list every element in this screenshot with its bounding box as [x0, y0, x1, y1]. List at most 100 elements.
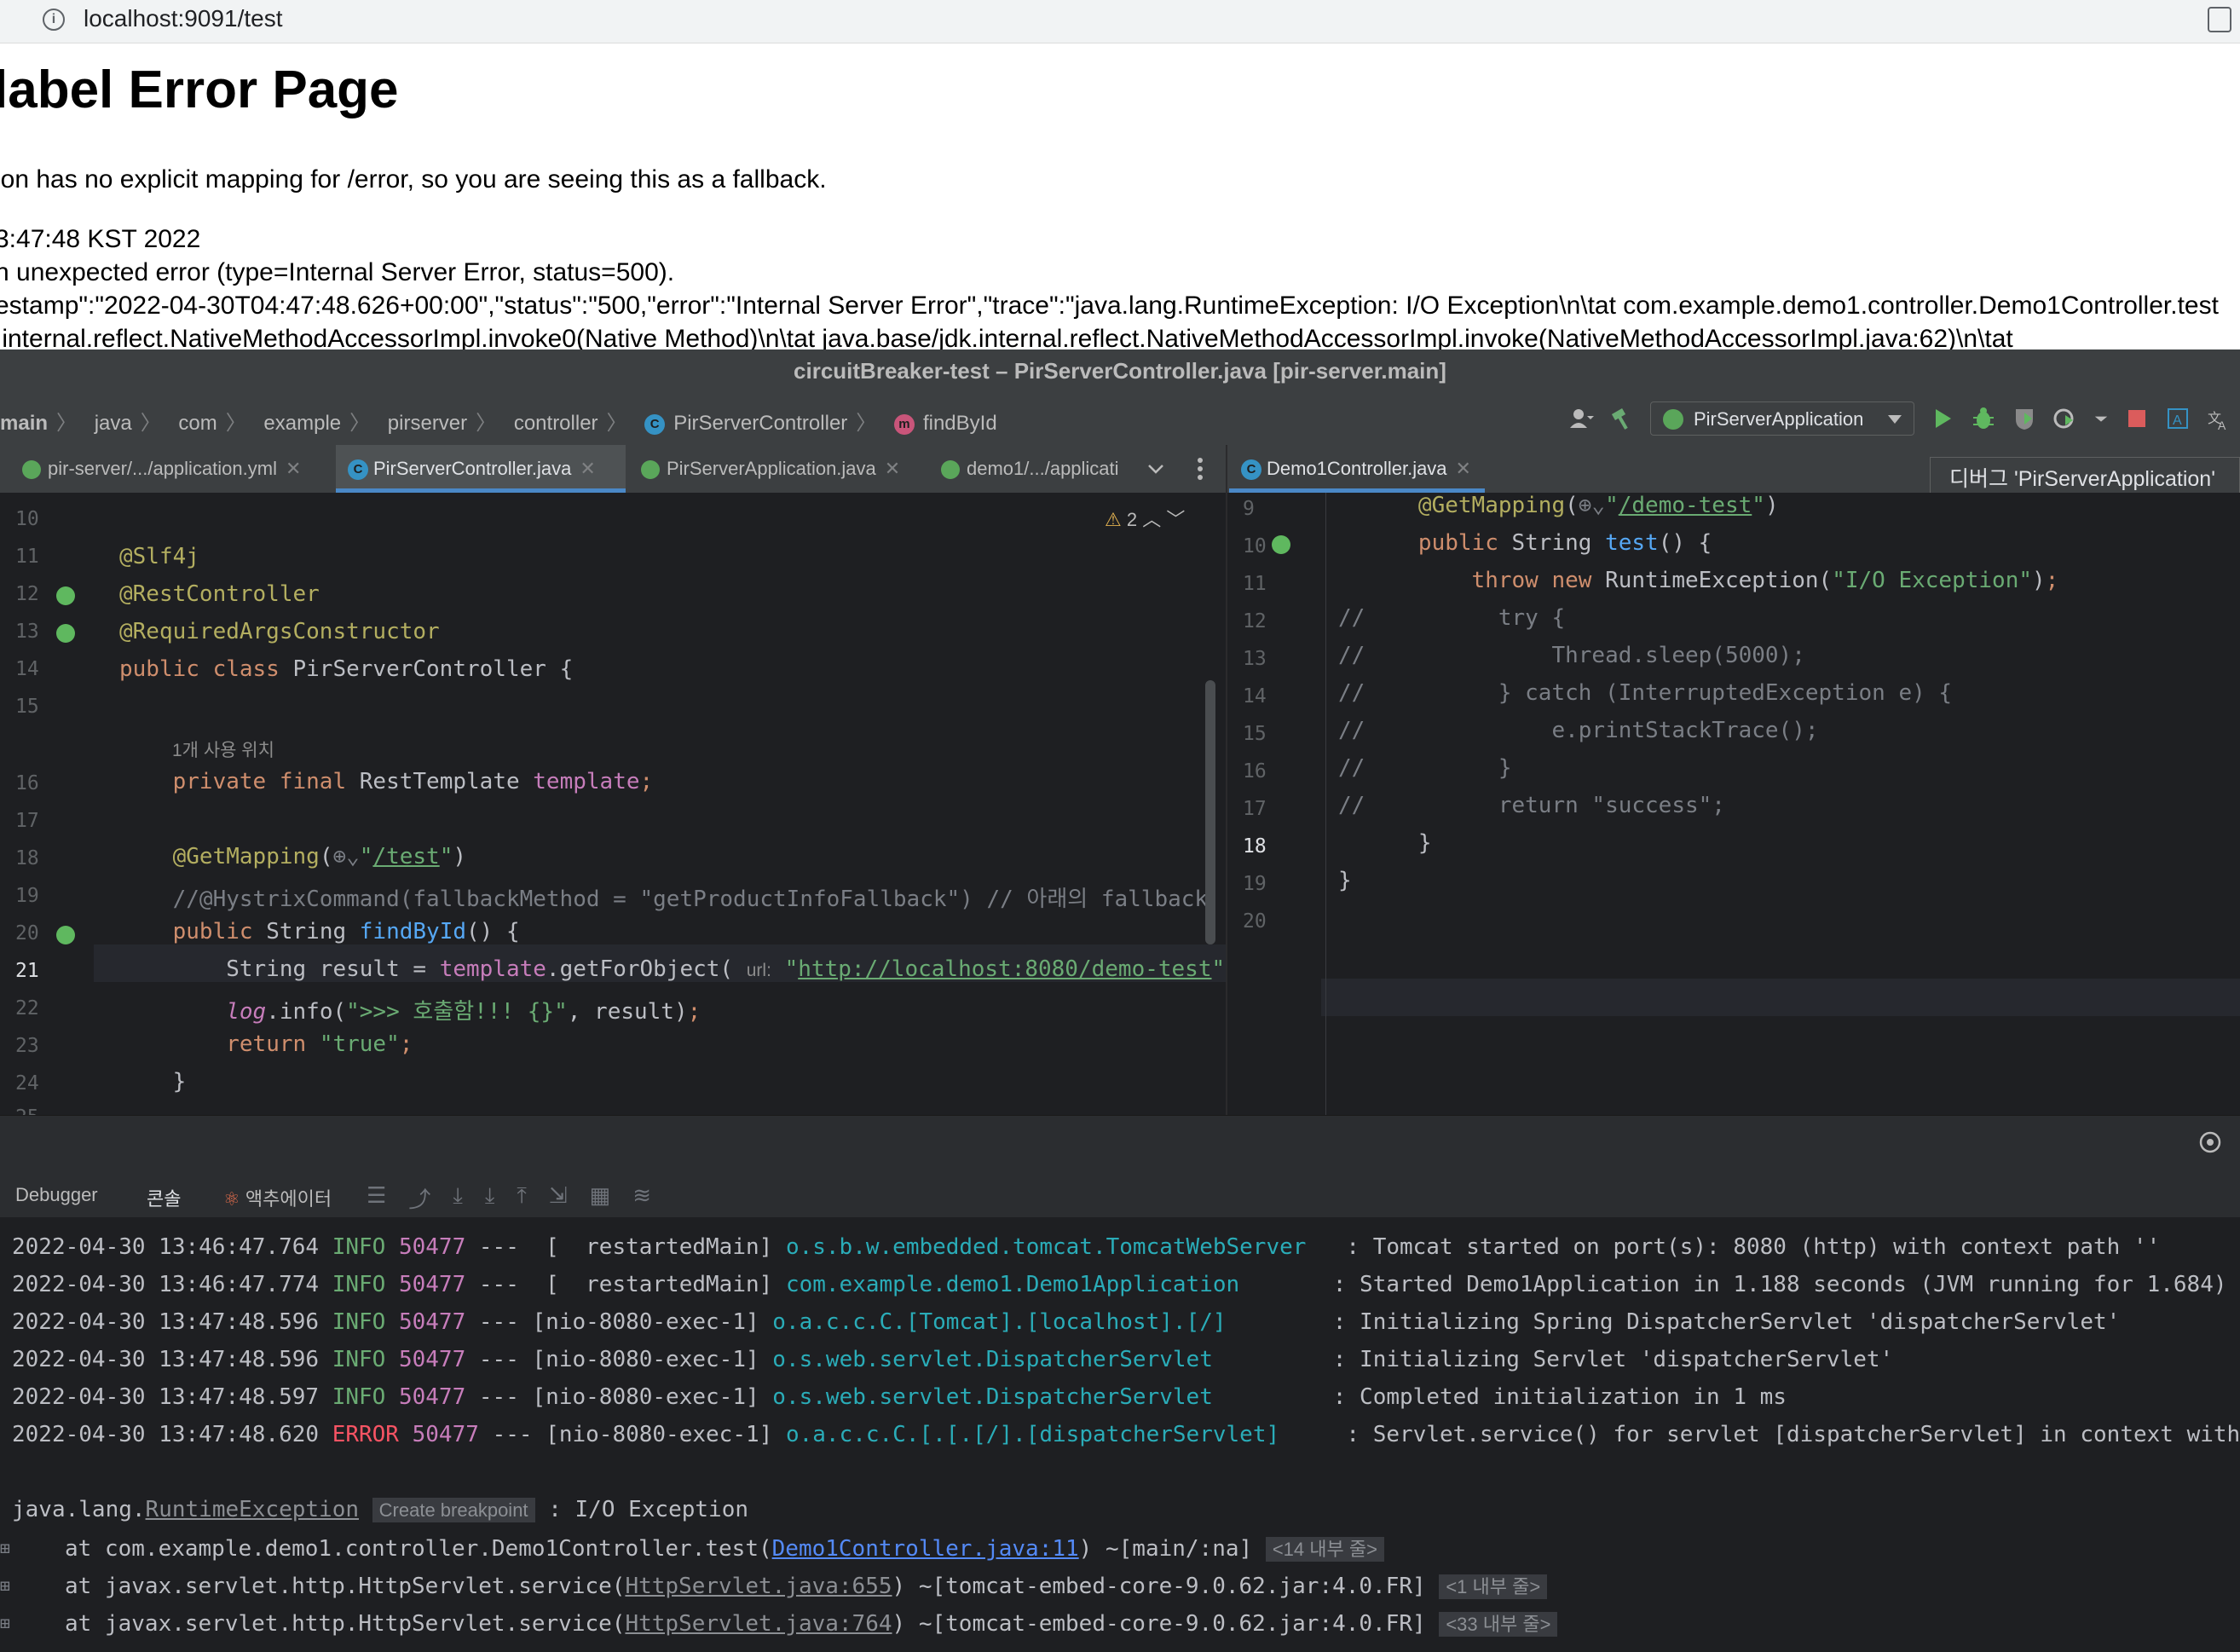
tab-console[interactable]: 콘솔 — [147, 1184, 181, 1211]
expand-icon[interactable]: ⊞ — [0, 1613, 10, 1633]
close-icon[interactable]: ✕ — [1456, 458, 1471, 479]
chevron-down-icon[interactable] — [1147, 460, 1164, 477]
bean-icon[interactable] — [55, 924, 77, 946]
breadcrumb-item[interactable]: com — [178, 412, 216, 435]
coverage-icon[interactable] — [2012, 406, 2037, 431]
code-line: @Slf4j — [119, 544, 199, 569]
breadcrumb-item[interactable]: example — [263, 412, 341, 435]
code-editor-right[interactable]: 9 10 11 12 13 14 15 16 17 18 19 20 @GetM… — [1227, 493, 2240, 1115]
chevron-down-icon[interactable] — [2093, 406, 2109, 431]
window-title: circuitBreaker-test – PirServerControlle… — [0, 349, 2240, 393]
editor-tabs-left: pir-server/.../application.yml ✕ C PirServ… — [0, 445, 1226, 494]
tab-pirservercontroller[interactable]: C PirServerController.java ✕ — [336, 445, 626, 493]
scrollbar[interactable] — [1205, 680, 1215, 944]
usage-hint[interactable]: 1개 사용 위치 — [172, 736, 274, 762]
tab-pirserverapplication[interactable]: PirServerApplication.java ✕ — [629, 445, 919, 493]
breadcrumb-item[interactable]: PirServerController — [673, 412, 847, 435]
code-line: // return "success"; — [1338, 793, 1725, 818]
navigation-bar: main 〉 java 〉 com 〉 example 〉 pirserver 〉 con… — [0, 392, 2240, 446]
code-line: log.info(">>> 호출함!!! {}", result); — [226, 999, 701, 1025]
stack-frame-link[interactable]: HttpServlet.java:655 — [625, 1574, 892, 1599]
error-timestamp: 3:47:48 KST 2022 — [0, 225, 201, 253]
page-title: label Error Page — [0, 61, 399, 119]
user-icon[interactable] — [1568, 406, 1594, 431]
info-icon[interactable]: i — [43, 9, 65, 31]
translate-icon[interactable]: 文A — [2206, 406, 2231, 431]
update-icon[interactable]: A — [2165, 406, 2191, 431]
log-line: 2022-04-30 13:47:48.596 INFO 50477 --- [… — [12, 1309, 2121, 1335]
exception-class-link[interactable]: RuntimeException — [146, 1497, 359, 1522]
code-line: @RestController — [119, 581, 320, 607]
error-description: ion has no explicit mapping for /error, … — [0, 165, 827, 194]
run-to-cursor-icon[interactable]: ⇲ — [549, 1182, 568, 1214]
code-line: } — [1338, 830, 1432, 856]
breadcrumb-item[interactable]: java — [95, 412, 132, 435]
breadcrumb-item[interactable]: controller — [514, 412, 598, 435]
settings-icon[interactable] — [2197, 1129, 2223, 1155]
trace-icon[interactable]: ≋ — [632, 1182, 651, 1214]
address-bar[interactable]: i localhost:9091/test — [0, 0, 2240, 43]
run-icon[interactable] — [1930, 406, 1955, 431]
tab-demo1controller[interactable]: C Demo1Controller.java ✕ — [1229, 445, 1485, 493]
chevron-up-icon[interactable]: ︿ — [1142, 509, 1161, 530]
close-icon[interactable]: ✕ — [286, 458, 301, 479]
current-line-highlight — [1321, 979, 2240, 1016]
menu-icon[interactable]: ☰ — [367, 1182, 386, 1214]
internal-lines-badge[interactable]: <14 내부 줄> — [1265, 1537, 1384, 1562]
expand-icon[interactable]: ⊞ — [0, 1575, 10, 1596]
internal-lines-badge[interactable]: <1 내부 줄> — [1439, 1574, 1548, 1599]
step-out-icon[interactable]: ⤒ — [517, 1182, 527, 1214]
more-options-icon[interactable] — [1197, 457, 1204, 481]
share-icon[interactable] — [2208, 7, 2231, 32]
spring-icon — [22, 460, 41, 480]
expand-icon[interactable]: ⊞ — [0, 1538, 10, 1558]
exception-line: java.lang.RuntimeException Create breakp… — [12, 1497, 748, 1522]
profiler-icon[interactable] — [2052, 406, 2078, 431]
tab-demo1-application[interactable]: demo1/.../applicati — [929, 445, 1176, 493]
step-into-icon[interactable]: ⤓ — [485, 1182, 495, 1214]
evaluate-icon[interactable]: ▦ — [590, 1182, 611, 1214]
debug-step-toolbar: ☰ ⤴ ⤓ ⤓ ⤒ ⇲ ▦ ≋ — [367, 1182, 651, 1214]
close-icon[interactable]: ✕ — [885, 458, 900, 479]
code-line: @GetMapping(⊕⌄"/test") — [172, 844, 467, 869]
breadcrumb-item[interactable]: findById — [923, 412, 997, 435]
run-configuration-select[interactable]: PirServerApplication — [1650, 401, 1914, 436]
stack-frame-link[interactable]: HttpServlet.java:764 — [625, 1611, 892, 1637]
create-breakpoint-button[interactable]: Create breakpoint — [372, 1498, 535, 1522]
console-output[interactable]: 2022-04-30 13:46:47.764 INFO 50477 --- [… — [0, 1217, 2240, 1652]
code-line: // Thread.sleep(5000); — [1338, 643, 1805, 668]
gutter — [1227, 493, 1321, 1115]
bean-icon[interactable] — [55, 622, 77, 644]
breadcrumb: main 〉 java 〉 com 〉 example 〉 pirserver 〉 con… — [0, 412, 997, 435]
stack-frame-link[interactable]: Demo1Controller.java:11 — [772, 1536, 1079, 1562]
code-line: @GetMapping(⊕⌄"/demo-test") — [1417, 493, 1779, 518]
log-line: 2022-04-30 13:47:48.620 ERROR 50477 --- … — [12, 1422, 2240, 1447]
log-line: 2022-04-30 13:46:47.764 INFO 50477 --- [… — [12, 1234, 2161, 1260]
code-line: } — [1338, 868, 1352, 893]
debug-bug-icon[interactable] — [1971, 406, 1996, 431]
error-trace-2: .internal.reflect.NativeMethodAccessorIm… — [0, 325, 2013, 349]
warning-icon: ⚠ — [1105, 509, 1122, 530]
url-text[interactable]: localhost:9091/test — [84, 5, 283, 32]
show-execution-point-icon[interactable]: ⤴ — [408, 1182, 430, 1214]
stop-icon[interactable] — [2124, 406, 2150, 431]
svg-text:A: A — [2173, 413, 2182, 428]
error-type: n unexpected error (type=Internal Server… — [0, 258, 675, 286]
breadcrumb-item[interactable]: pirserver — [388, 412, 467, 435]
internal-lines-badge[interactable]: <33 내부 줄> — [1439, 1612, 1558, 1637]
warning-indicator[interactable]: ⚠ 2 ︿ ﹀ — [1105, 505, 1185, 532]
build-hammer-icon[interactable] — [1609, 406, 1635, 431]
tab-debugger[interactable]: Debugger — [15, 1184, 98, 1206]
stack-frame: at javax.servlet.http.HttpServlet.servic… — [65, 1609, 1558, 1637]
bean-icon[interactable] — [55, 585, 77, 607]
step-over-icon[interactable]: ⤓ — [453, 1182, 463, 1214]
code-line: public String test() { — [1417, 530, 1712, 556]
bean-icon[interactable] — [1270, 534, 1292, 556]
code-editor-left[interactable]: 10 11 12 13 14 15 16 17 18 19 20 21 22 2… — [0, 493, 1226, 1115]
tab-actuator[interactable]: ⚛ 액추에이터 — [223, 1184, 332, 1211]
close-icon[interactable]: ✕ — [580, 458, 595, 479]
breadcrumb-item[interactable]: main — [0, 412, 48, 435]
chevron-down-icon[interactable]: ﹀ — [1166, 509, 1185, 530]
tab-application-yml[interactable]: pir-server/.../application.yml ✕ — [10, 445, 334, 493]
browser-window: i localhost:9091/test label Error Page i… — [0, 0, 2240, 349]
